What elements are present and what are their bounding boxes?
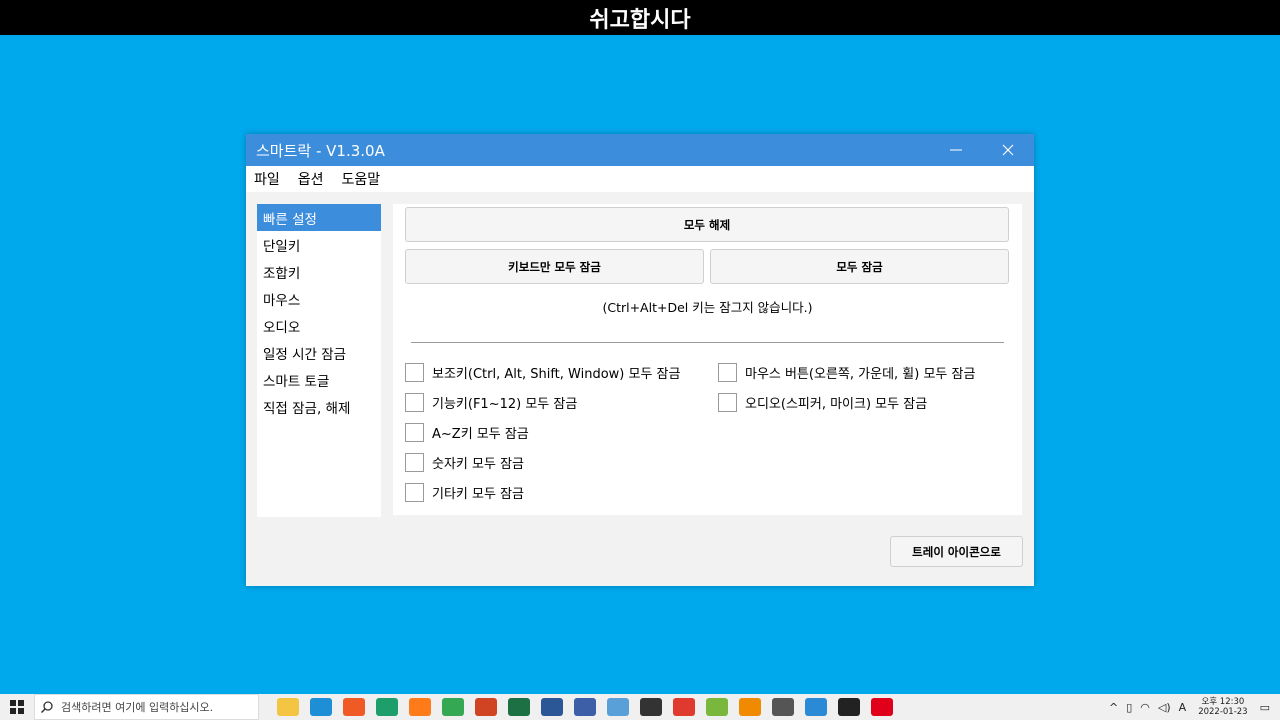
battery-icon[interactable]: ▯ (1126, 701, 1132, 714)
clock-time: 오후 12:30 (1201, 697, 1245, 707)
check-label: 숫자키 모두 잠금 (432, 457, 524, 472)
sidebar-item-smart-toggle[interactable]: 스마트 토글 (257, 366, 381, 393)
menu-file[interactable]: 파일 (254, 169, 280, 189)
ctrl-alt-del-note: (Ctrl+Alt+Del 키는 잠그지 않습니다.) (602, 300, 813, 315)
lock-all-button[interactable]: 모두 잠금 (710, 249, 1009, 284)
minimize-button[interactable] (930, 134, 982, 166)
check-audio[interactable]: 오디오(스피커, 마이크) 모두 잠금 (718, 393, 927, 412)
volume-icon[interactable]: ◁) (1158, 701, 1171, 714)
app-icon-green[interactable] (375, 698, 398, 716)
banner-text: 쉬고합시다 (589, 7, 691, 33)
sidebar-item-combo-key[interactable]: 조합키 (257, 258, 381, 285)
unlock-all-button[interactable]: 모두 해제 (405, 207, 1009, 242)
checkbox[interactable] (405, 453, 424, 472)
menu-help[interactable]: 도움말 (342, 169, 381, 189)
checkbox[interactable] (718, 393, 737, 412)
check-label: A~Z키 모두 잠금 (432, 427, 529, 442)
title-bar[interactable]: 스마트락 - V1.3.0A (246, 134, 1034, 166)
check-function-keys[interactable]: 기능키(F1~12) 모두 잠금 (405, 393, 577, 412)
quick-settings-panel: 모두 해제 키보드만 모두 잠금 모두 잠금 (Ctrl+Alt+Del 키는 … (393, 204, 1022, 515)
sidebar-item-single-key[interactable]: 단일키 (257, 231, 381, 258)
menu-options[interactable]: 옵션 (298, 169, 324, 189)
se-app-icon[interactable] (672, 698, 695, 716)
clock-date: 2022-01-23 (1198, 707, 1248, 717)
check-label: 기능키(F1~12) 모두 잠금 (432, 397, 578, 412)
android-icon[interactable] (705, 698, 728, 716)
remote-desktop-icon[interactable] (606, 698, 629, 716)
check-label: 기타키 모두 잠금 (432, 487, 524, 502)
check-label: 보조키(Ctrl, Alt, Shift, Window) 모두 잠금 (432, 367, 681, 382)
sticky-notes-icon[interactable] (837, 698, 860, 716)
start-button[interactable] (0, 694, 34, 720)
sidebar-item-mouse[interactable]: 마우스 (257, 285, 381, 312)
windows-icon (10, 700, 24, 714)
excel-icon[interactable] (507, 698, 530, 716)
calendar-icon[interactable] (573, 698, 596, 716)
lock-keyboard-only-button[interactable]: 키보드만 모두 잠금 (405, 249, 704, 284)
taskbar-search[interactable]: 검색하려면 여기에 입력하십시오. (34, 694, 259, 720)
checkbox[interactable] (405, 363, 424, 382)
checkbox[interactable] (718, 363, 737, 382)
search-app-icon[interactable] (639, 698, 662, 716)
check-label: 마우스 버튼(오른쪽, 가운데, 휠) 모두 잠금 (745, 367, 976, 382)
chrome-dev-icon[interactable] (804, 698, 827, 716)
minimize-icon (950, 149, 962, 151)
search-icon (41, 701, 53, 713)
file-explorer-icon[interactable] (276, 698, 299, 716)
to-tray-button[interactable]: 트레이 아이콘으로 (890, 536, 1023, 567)
sidebar: 빠른 설정 단일키 조합키 마우스 오디오 일정 시간 잠금 스마트 토글 직접… (257, 204, 381, 517)
vlc-icon[interactable] (738, 698, 761, 716)
system-tray: ^ ▯ ◠ ◁) A 오후 12:30 2022-01-23 ▭ (1105, 694, 1280, 720)
close-icon (1002, 144, 1014, 156)
taskbar: 검색하려면 여기에 입력하십시오. ^ ▯ ◠ ◁) A 오후 12:30 20… (0, 694, 1280, 720)
divider (411, 342, 1004, 343)
taskbar-apps (271, 698, 898, 716)
sidebar-item-audio[interactable]: 오디오 (257, 312, 381, 339)
checkbox[interactable] (405, 483, 424, 502)
powerpoint-icon[interactable] (474, 698, 497, 716)
check-other-keys[interactable]: 기타키 모두 잠금 (405, 483, 524, 502)
sidebar-item-manual-lock[interactable]: 직접 잠금, 해제 (257, 393, 381, 420)
calculator-icon[interactable] (771, 698, 794, 716)
chrome-icon[interactable] (441, 698, 464, 716)
chevron-up-icon[interactable]: ^ (1109, 701, 1118, 714)
check-alpha-keys[interactable]: A~Z키 모두 잠금 (405, 423, 529, 442)
check-modifier-keys[interactable]: 보조키(Ctrl, Alt, Shift, Window) 모두 잠금 (405, 363, 680, 382)
notification-icon[interactable]: ▭ (1260, 701, 1270, 714)
check-label: 오디오(스피커, 마이크) 모두 잠금 (745, 397, 928, 412)
search-placeholder: 검색하려면 여기에 입력하십시오. (61, 701, 214, 714)
opera-icon[interactable] (870, 698, 893, 716)
check-mouse-buttons[interactable]: 마우스 버튼(오른쪽, 가운데, 휠) 모두 잠금 (718, 363, 975, 382)
app-window: 스마트락 - V1.3.0A 파일 옵션 도움말 빠른 설정 단일키 조합키 마… (246, 134, 1034, 586)
sidebar-item-scheduled-lock[interactable]: 일정 시간 잠금 (257, 339, 381, 366)
window-title: 스마트락 - V1.3.0A (256, 141, 385, 160)
check-number-keys[interactable]: 숫자키 모두 잠금 (405, 453, 524, 472)
close-button[interactable] (982, 134, 1034, 166)
firefox-icon[interactable] (408, 698, 431, 716)
brave-icon[interactable] (342, 698, 365, 716)
wifi-icon[interactable]: ◠ (1140, 701, 1150, 714)
edge-icon[interactable] (309, 698, 332, 716)
clock[interactable]: 오후 12:30 2022-01-23 (1198, 697, 1247, 717)
checkbox[interactable] (405, 423, 424, 442)
menu-bar: 파일 옵션 도움말 (246, 166, 1034, 192)
top-banner: 쉬고합시다 (0, 0, 1280, 35)
ime-indicator[interactable]: A (1179, 701, 1187, 714)
checkbox[interactable] (405, 393, 424, 412)
word-icon[interactable] (540, 698, 563, 716)
sidebar-item-quick-settings[interactable]: 빠른 설정 (257, 204, 381, 231)
